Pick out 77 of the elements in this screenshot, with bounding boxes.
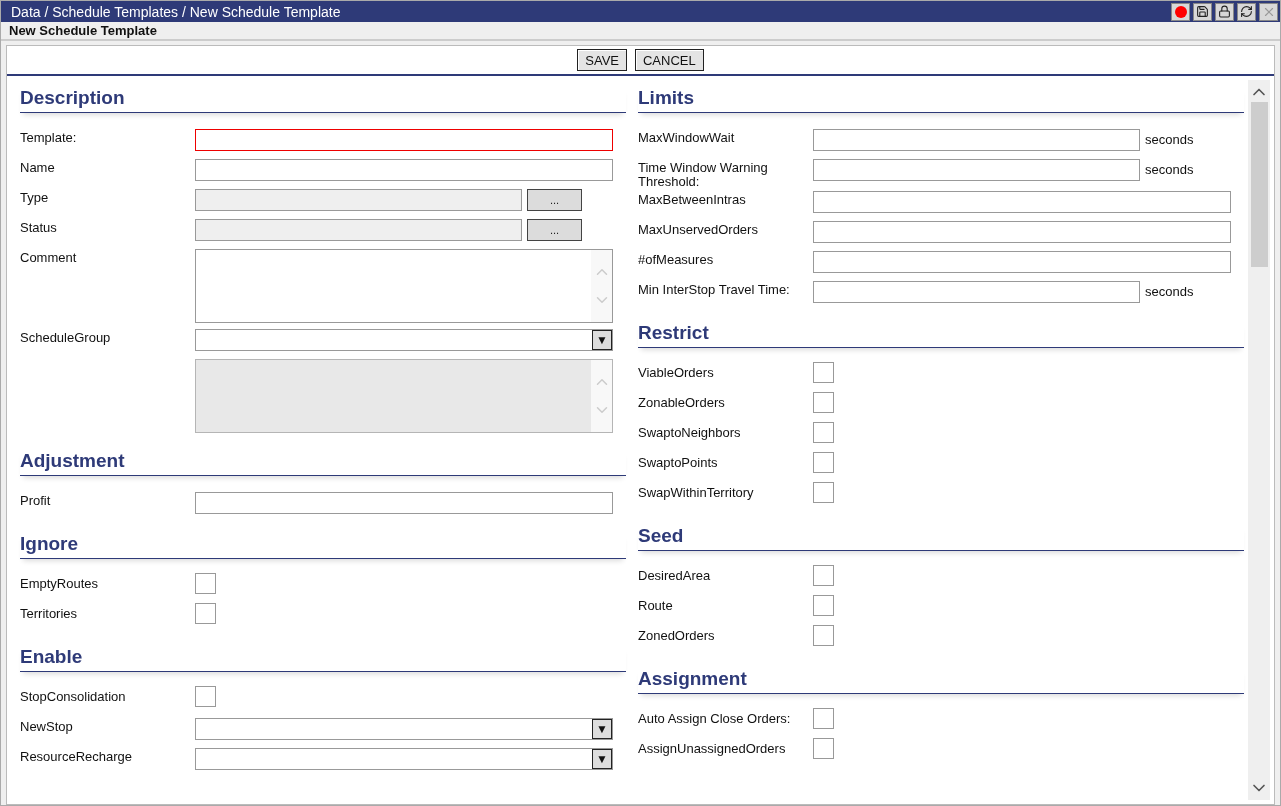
field-label: Template: [20,129,78,147]
field-label: ScheduleGroup [20,329,112,347]
field-label: #ofMeasures [638,251,715,269]
text-field[interactable] [195,129,613,151]
section-heading: Seed [638,524,1244,551]
section-heading: Ignore [20,532,626,559]
title-bar-button[interactable] [1171,2,1190,21]
checkbox[interactable] [813,708,834,729]
record-icon [1174,5,1187,18]
field-label: Route [638,597,674,615]
checkbox[interactable] [813,392,834,413]
checkbox[interactable] [813,482,834,503]
dropdown-field[interactable]: ▼ [195,718,613,740]
field-label: ZonableOrders [638,394,726,412]
cancel-button[interactable]: CANCEL [635,49,704,71]
section-heading: Restrict [638,321,1244,348]
checkbox[interactable] [813,452,834,473]
save-button[interactable]: SAVE [577,49,627,71]
window-title: Data / Schedule Templates / New Schedule Template [11,3,341,20]
field-label: Profit [20,492,52,510]
field-label: Auto Assign Close Orders: [638,710,792,728]
field-label: AssignUnassignedOrders [638,740,787,758]
unit-label: seconds [1145,131,1194,147]
section-heading: Limits [638,86,1244,113]
text-field[interactable] [813,159,1140,181]
checkbox[interactable] [195,686,216,707]
dropdown-field[interactable]: ▼ [195,329,613,351]
page-title: New Schedule Template [9,23,157,38]
unit-label: seconds [1145,283,1194,299]
lock-icon [1218,5,1231,18]
field-label: SwaptoNeighbors [638,424,742,442]
section-heading: Assignment [638,667,1244,694]
field-label: Time Window Warning Threshold: [638,159,769,191]
checkbox[interactable] [813,565,834,586]
checkbox[interactable] [813,422,834,443]
title-bar-button[interactable] [1215,2,1234,21]
checkbox[interactable] [813,362,834,383]
dropdown-field[interactable]: ▼ [195,748,613,770]
text-field[interactable] [813,191,1231,213]
checkbox[interactable] [813,625,834,646]
text-field[interactable] [195,492,613,514]
section-heading: Adjustment [20,449,626,476]
text-field[interactable] [195,159,613,181]
field-label: SwapWithinTerritory [638,484,755,502]
section-heading: Enable [20,645,626,672]
text-field[interactable] [813,281,1140,303]
checkbox[interactable] [813,738,834,759]
field-label: MaxWindowWait [638,129,736,147]
refresh-icon [1240,5,1253,18]
checkbox[interactable] [195,603,216,624]
field-label: Min InterStop Travel Time: [638,281,791,299]
field-label: StopConsolidation [20,688,127,706]
field-label: DesiredArea [638,567,712,585]
unit-label: seconds [1145,161,1194,177]
field-label: ZonedOrders [638,627,716,645]
field-label: NewStop [20,718,74,736]
field-label: Name [20,159,56,177]
field-label: EmptyRoutes [20,575,100,593]
scroll-thumb[interactable] [1250,102,1268,267]
text-field[interactable] [813,251,1231,273]
text-field[interactable] [813,221,1231,243]
scrollbar[interactable] [1248,80,1270,800]
field-label: ViableOrders [638,364,715,382]
section-heading: Description [20,86,626,113]
checkbox[interactable] [813,595,834,616]
title-bar-button[interactable] [1193,2,1212,21]
title-bar-button[interactable] [1237,2,1256,21]
field-label: Type [20,189,50,207]
field-label: Status [20,219,58,237]
field-label: ResourceRecharge [20,748,133,766]
text-field[interactable] [813,129,1140,151]
field-label: SwaptoPoints [638,454,719,472]
checkbox[interactable] [195,573,216,594]
field-label: MaxUnservedOrders [638,221,759,239]
field-label: Territories [20,605,79,623]
field-label: MaxBetweenIntras [638,191,747,209]
field-label: Comment [20,249,78,267]
